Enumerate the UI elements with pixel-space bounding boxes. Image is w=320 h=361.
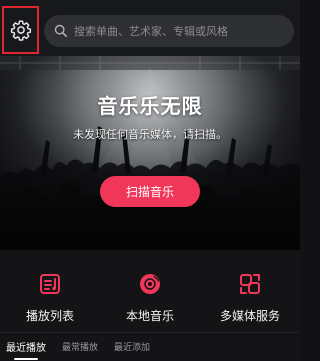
tab-most-played[interactable]: 最常播放 — [62, 336, 98, 359]
feature-playlist[interactable]: 播放列表 — [0, 250, 100, 332]
feature-label: 多媒体服务 — [219, 309, 280, 323]
gear-icon — [10, 20, 31, 41]
search-input[interactable]: 搜索单曲、艺术家、专辑或风格 — [44, 15, 294, 47]
library-tabs: 最近播放 最常播放 最近添加 — [0, 332, 300, 361]
search-icon — [54, 24, 68, 38]
playlist-icon — [40, 274, 60, 294]
tab-recently-added[interactable]: 最近添加 — [114, 336, 150, 359]
hero-title: 音乐乐无限 — [97, 94, 203, 118]
disc-icon — [140, 274, 160, 294]
top-bar: 搜索单曲、艺术家、专辑或风格 — [0, 0, 300, 56]
hero-banner: 音乐乐无限 未发现任何音乐媒体，请扫描。 扫描音乐 — [0, 56, 300, 250]
settings-button[interactable] — [2, 6, 39, 54]
feature-label: 播放列表 — [25, 309, 74, 323]
feature-label: 本地音乐 — [125, 309, 174, 323]
feature-row: 播放列表 本地音乐 多媒体服务 — [0, 250, 300, 332]
feature-local-music[interactable]: 本地音乐 — [100, 250, 200, 332]
scan-music-button[interactable]: 扫描音乐 — [100, 176, 200, 207]
feature-media-service[interactable]: 多媒体服务 — [200, 250, 300, 332]
tab-recently-played[interactable]: 最近播放 — [6, 335, 46, 360]
media-service-icon — [240, 274, 260, 294]
concert-crowd-image — [0, 56, 300, 250]
search-placeholder: 搜索单曲、艺术家、专辑或风格 — [74, 25, 228, 38]
hero-subtitle: 未发现任何音乐媒体，请扫描。 — [73, 128, 227, 141]
